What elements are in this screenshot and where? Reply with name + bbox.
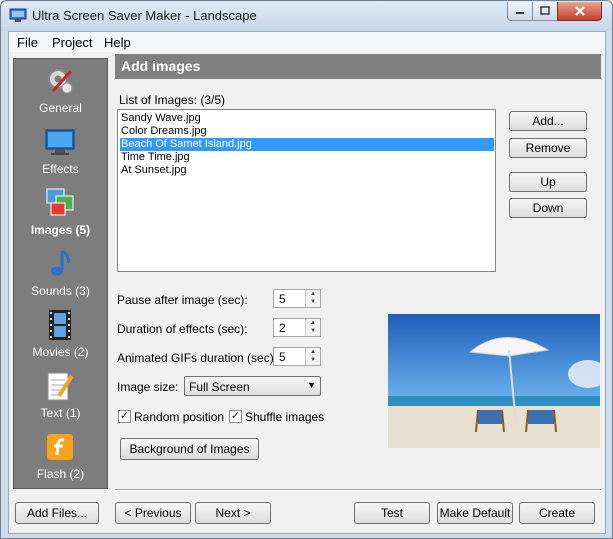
list-item[interactable]: Color Dreams.jpg — [120, 125, 494, 138]
minimize-icon — [516, 12, 524, 14]
gif-duration-spinner[interactable]: 5 ▲ ▼ — [273, 347, 321, 366]
music-note-icon — [51, 249, 70, 276]
duration-spinner[interactable]: 2 ▲ ▼ — [273, 318, 321, 337]
gif-duration-value: 5 — [279, 350, 286, 364]
sidebar-item-label: Effects — [42, 162, 79, 176]
random-position-checkbox[interactable]: ✓ — [118, 410, 131, 423]
duration-value: 2 — [279, 321, 286, 335]
background-of-images-button[interactable]: Background of Images — [120, 438, 259, 460]
spin-down-icon[interactable]: ▼ — [306, 298, 320, 306]
menu-project[interactable]: Project — [52, 35, 92, 50]
menu-file[interactable]: File — [17, 35, 38, 50]
images-listbox[interactable]: Sandy Wave.jpg Color Dreams.jpg Beach Of… — [117, 109, 496, 272]
sidebar-item-images[interactable]: Images (5) — [14, 183, 107, 244]
duration-label: Duration of effects (sec): — [117, 322, 248, 336]
pause-spinner[interactable]: 5 ▲ ▼ — [273, 289, 321, 308]
close-icon — [574, 6, 585, 16]
sidebar-item-movies[interactable]: Movies (2) — [14, 305, 107, 366]
shuffle-images-label[interactable]: Shuffle images — [245, 410, 324, 424]
spin-up-icon[interactable]: ▲ — [306, 348, 320, 356]
spinner-arrows[interactable]: ▲ ▼ — [305, 290, 320, 307]
sidebar-item-text[interactable]: Text (1) — [14, 366, 107, 427]
sidebar-item-label: Images (5) — [30, 223, 91, 237]
sidebar-item-label: Sounds (3) — [31, 284, 90, 298]
pause-value: 5 — [279, 292, 286, 306]
list-item-selected[interactable]: Beach Of Samet Island.jpg — [120, 138, 494, 151]
section-header: Add images — [115, 54, 601, 79]
images-icon — [46, 188, 74, 216]
image-size-select[interactable]: Full Screen ▼ — [184, 376, 321, 396]
next-button[interactable]: Next > — [195, 502, 271, 524]
client-area: File Project Help General Effects Images… — [8, 31, 606, 534]
title-bar[interactable]: Ultra Screen Saver Maker - Landscape — [1, 1, 612, 31]
sidebar-item-general[interactable]: General — [14, 61, 107, 122]
window-title: Ultra Screen Saver Maker - Landscape — [32, 8, 257, 23]
notepad-pencil-icon — [47, 372, 74, 401]
sidebar-item-sounds[interactable]: Sounds (3) — [14, 244, 107, 305]
flash-icon — [47, 434, 73, 460]
monitor-icon — [45, 129, 75, 155]
spinner-arrows[interactable]: ▲ ▼ — [305, 348, 320, 365]
pause-label: Pause after image (sec): — [117, 293, 248, 307]
maximize-button[interactable] — [532, 2, 558, 21]
sidebar-item-label: Text (1) — [40, 406, 81, 420]
image-size-value: Full Screen — [189, 380, 250, 394]
gears-icon — [48, 69, 73, 94]
remove-button[interactable]: Remove — [509, 138, 587, 158]
spin-up-icon[interactable]: ▲ — [306, 290, 320, 298]
sidebar-item-label: Flash (2) — [36, 467, 85, 481]
section-title: Add images — [121, 58, 201, 74]
close-button[interactable] — [557, 2, 602, 21]
list-item[interactable]: Time Time.jpg — [120, 151, 494, 164]
app-window: Ultra Screen Saver Maker - Landscape Fil… — [0, 0, 613, 539]
app-monitor-icon — [9, 8, 27, 22]
list-item[interactable]: At Sunset.jpg — [120, 164, 494, 177]
maximize-icon — [540, 6, 550, 15]
spin-down-icon[interactable]: ▼ — [306, 327, 320, 335]
random-position-label[interactable]: Random position — [134, 410, 224, 424]
spin-down-icon[interactable]: ▼ — [306, 356, 320, 364]
test-button[interactable]: Test — [354, 502, 430, 524]
add-button[interactable]: Add... — [509, 111, 587, 131]
footer-separator — [115, 489, 601, 491]
previous-button[interactable]: < Previous — [115, 502, 191, 524]
sidebar-item-effects[interactable]: Effects — [14, 122, 107, 183]
spinner-arrows[interactable]: ▲ ▼ — [305, 319, 320, 336]
image-preview — [388, 314, 600, 448]
sidebar-item-label: General — [39, 101, 82, 115]
make-default-button[interactable]: Make Default — [437, 502, 513, 524]
sidebar: General Effects Images (5) Sounds (3) Mo… — [13, 58, 108, 489]
create-button[interactable]: Create — [519, 502, 595, 524]
minimize-button[interactable] — [507, 2, 533, 21]
sidebar-item-flash[interactable]: Flash (2) — [14, 427, 107, 488]
chevron-down-icon: ▼ — [307, 380, 316, 390]
list-label: List of Images: (3/5) — [119, 93, 226, 107]
image-size-label: Image size: — [117, 380, 179, 394]
up-button[interactable]: Up — [509, 172, 587, 192]
menu-bar: File Project Help — [9, 32, 605, 52]
list-item[interactable]: Sandy Wave.jpg — [120, 112, 494, 125]
add-files-button[interactable]: Add Files... — [15, 502, 99, 524]
gif-duration-label: Animated GIFs duration (sec): — [117, 351, 278, 365]
spin-up-icon[interactable]: ▲ — [306, 319, 320, 327]
sidebar-item-label: Movies (2) — [32, 345, 89, 359]
film-strip-icon — [49, 310, 71, 340]
shuffle-images-checkbox[interactable]: ✓ — [229, 410, 242, 423]
menu-help[interactable]: Help — [104, 35, 131, 50]
down-button[interactable]: Down — [509, 198, 587, 218]
